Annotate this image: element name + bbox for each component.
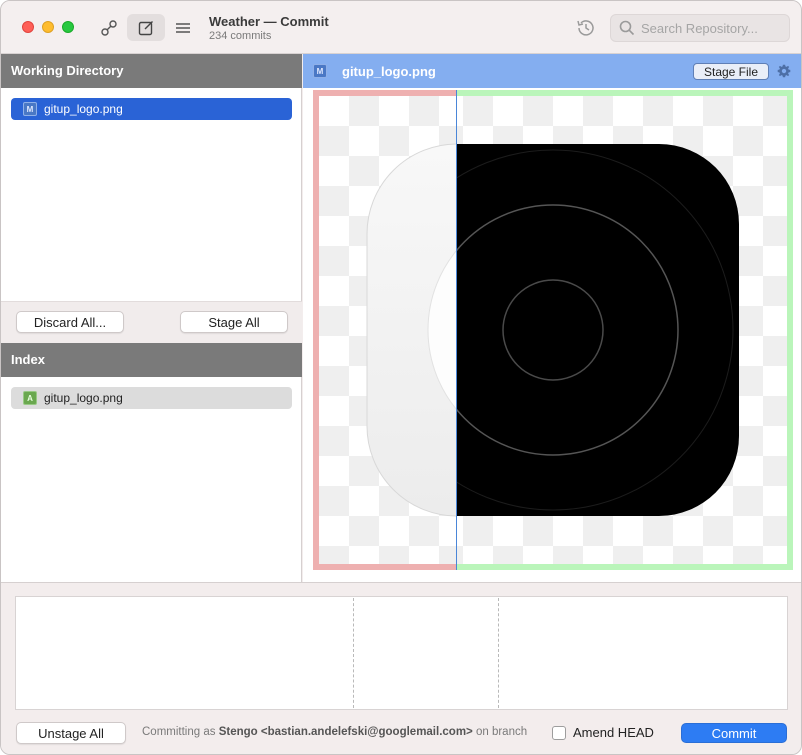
file-name: gitup_logo.png	[44, 391, 123, 405]
amend-head-label[interactable]: Amend HEAD	[573, 725, 654, 740]
diff-file-name: gitup_logo.png	[342, 63, 436, 79]
left-pane: Working Directory M gitup_logo.png Disca…	[1, 54, 302, 582]
search-icon	[619, 20, 635, 36]
old-logo-image	[366, 143, 456, 517]
edit-icon	[138, 20, 153, 35]
diff-pane: M gitup_logo.png Stage File	[303, 54, 801, 582]
stage-file-button[interactable]: Stage File	[693, 63, 769, 80]
zoom-window-button[interactable]	[62, 21, 74, 33]
committing-prefix: Committing as	[142, 726, 216, 738]
app-window: Weather — Commit 234 commits Working Dir…	[0, 0, 802, 755]
commit-view-button[interactable]	[127, 14, 165, 41]
new-logo-image	[456, 144, 739, 516]
commit-graph-icon	[101, 19, 117, 36]
commit-area: Unstage All Committing as Stengo <bastia…	[1, 582, 801, 754]
committing-as-text: Committing as Stengo <bastian.andelefski…	[142, 726, 527, 738]
message-width-guide	[498, 598, 499, 708]
gear-icon[interactable]	[777, 64, 791, 78]
index-header: Index	[1, 343, 302, 377]
commit-button[interactable]: Commit	[681, 723, 787, 743]
index-file-row[interactable]: A gitup_logo.png	[11, 387, 292, 409]
modified-badge: M	[23, 102, 37, 116]
new-image-panel	[456, 90, 793, 570]
working-directory-actions: Discard All... Stage All	[1, 301, 302, 343]
commit-author: Stengo <bastian.andelefski@googlemail.co…	[218, 726, 473, 738]
diff-file-header: M gitup_logo.png Stage File	[303, 54, 801, 88]
message-width-guide	[353, 598, 354, 708]
history-icon	[577, 20, 594, 36]
unstage-all-button[interactable]: Unstage All	[16, 722, 126, 744]
committing-suffix: on branch	[475, 726, 528, 738]
map-view-button[interactable]	[90, 14, 128, 41]
minimize-window-button[interactable]	[42, 21, 54, 33]
search-field[interactable]	[610, 14, 790, 42]
search-input[interactable]	[641, 20, 781, 36]
old-image-panel	[313, 90, 456, 570]
discard-all-button[interactable]: Discard All...	[16, 311, 124, 333]
diff-split-handle[interactable]	[456, 90, 457, 570]
commit-count: 234 commits	[209, 30, 272, 42]
menu-button[interactable]	[164, 14, 202, 41]
added-badge: A	[23, 391, 37, 405]
file-name: gitup_logo.png	[44, 102, 123, 116]
working-directory-file-row[interactable]: M gitup_logo.png	[11, 98, 292, 120]
amend-head-checkbox[interactable]	[552, 726, 566, 740]
working-directory-header: Working Directory	[1, 54, 302, 88]
title-bar: Weather — Commit 234 commits	[1, 1, 801, 54]
stage-all-button[interactable]: Stage All	[180, 311, 288, 333]
close-window-button[interactable]	[22, 21, 34, 33]
window-title: Weather — Commit	[209, 14, 329, 29]
hamburger-icon	[176, 22, 190, 33]
image-diff-view[interactable]	[313, 90, 793, 570]
commit-message-input[interactable]	[15, 596, 788, 710]
modified-badge: M	[313, 64, 327, 78]
history-button[interactable]	[575, 17, 597, 39]
